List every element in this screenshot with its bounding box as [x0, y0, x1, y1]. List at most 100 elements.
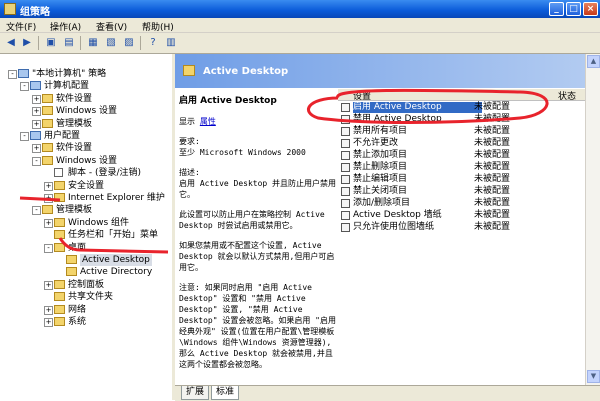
- tree-item-label: 软件设置: [56, 93, 93, 104]
- setting-state: 未被配置: [474, 114, 511, 124]
- column-state[interactable]: 状态: [558, 89, 576, 102]
- collapse-icon[interactable]: -: [20, 132, 29, 141]
- tree-item-label: "本地计算机" 策略: [32, 69, 107, 79]
- list-item[interactable]: 禁止编辑项目 未被配置: [338, 174, 585, 185]
- back-icon[interactable]: ◀: [4, 36, 18, 50]
- policy-setting-icon: [341, 151, 350, 160]
- column-setting[interactable]: 设置: [353, 89, 371, 102]
- list-item[interactable]: 禁止添加项目 未被配置: [338, 150, 585, 161]
- policy-setting-icon: [341, 187, 350, 196]
- folder-icon: [54, 217, 65, 227]
- tab-extended[interactable]: 扩展: [181, 386, 210, 400]
- export-list-icon[interactable]: ▨: [122, 36, 136, 50]
- up-folder-icon[interactable]: ▣: [44, 36, 58, 50]
- collapse-icon[interactable]: -: [32, 206, 41, 216]
- folder-icon: [54, 304, 65, 314]
- description-text: 启用 Active Desktop 并且防止用户禁用它。: [179, 179, 337, 199]
- tree-item-label: 脚本 - (登录/注销): [68, 168, 142, 179]
- tree-pane[interactable]: - "本地计算机" 策略 - 计算机配置 + 软件设置 + Windows 设置 + 管理模板 - 用…: [0, 54, 175, 400]
- tree-item-label: 软件设置: [56, 143, 93, 154]
- folder-icon: [42, 155, 53, 165]
- tree-item-label: Active Desktop: [80, 254, 152, 266]
- list-item[interactable]: 禁用所有项目 未被配置: [338, 126, 585, 137]
- setting-name: 禁用 Active Desktop: [353, 114, 442, 124]
- properties-link[interactable]: 属性: [200, 117, 216, 126]
- list-item[interactable]: Active Desktop 墙纸 未被配置: [338, 210, 585, 221]
- list-item[interactable]: 禁止删除项目 未被配置: [338, 162, 585, 173]
- tree-item-label: 用户配置: [44, 131, 81, 141]
- tree-item-label: Windows 设置: [56, 106, 118, 117]
- policy-setting-icon: [341, 211, 350, 220]
- forward-icon[interactable]: ▶: [20, 36, 34, 50]
- expand-icon[interactable]: +: [32, 94, 41, 104]
- tree-item-label: 控制面板: [68, 279, 105, 290]
- show-label: 显示: [179, 117, 195, 126]
- expand-icon[interactable]: +: [44, 318, 53, 327]
- view-icon[interactable]: ▥: [164, 36, 178, 50]
- computer-icon: [30, 81, 41, 91]
- list-item[interactable]: 只允许使用位图墙纸 未被配置: [338, 222, 585, 233]
- folder-icon: [42, 205, 53, 215]
- toolbar-divider: [80, 36, 81, 50]
- list-item[interactable]: 启用 Active Desktop 未被配置: [338, 102, 585, 113]
- setting-state: 未被配置: [474, 174, 511, 184]
- detail-pane: Active Desktop 启用 Active Desktop 显示 属性 要…: [175, 54, 585, 385]
- collapse-icon[interactable]: -: [44, 243, 53, 253]
- collapse-icon[interactable]: -: [8, 70, 17, 79]
- setting-state: 未被配置: [474, 162, 511, 172]
- description: 描述: 启用 Active Desktop 并且防止用户禁用它。: [179, 167, 337, 200]
- policy-setting-icon: [341, 175, 350, 184]
- tree-item-label: 计算机配置: [44, 81, 90, 92]
- menu-view[interactable]: 查看(V): [96, 20, 127, 33]
- collapse-icon[interactable]: -: [20, 82, 29, 92]
- tree-item-label: 桌面: [68, 242, 87, 253]
- folder-icon: [54, 317, 65, 326]
- refresh-icon[interactable]: ▧: [104, 36, 118, 50]
- setting-state: 未被配置: [474, 150, 511, 160]
- collapse-icon[interactable]: -: [32, 156, 41, 166]
- folder-icon: [54, 279, 65, 289]
- show-tree-icon[interactable]: ▤: [62, 36, 76, 50]
- expand-icon[interactable]: +: [32, 119, 41, 129]
- close-button[interactable]: ×: [583, 2, 598, 16]
- tree-item-label: 系统: [68, 317, 87, 327]
- list-header: 设置 状态: [338, 89, 585, 102]
- expand-icon[interactable]: +: [32, 144, 41, 154]
- description-label: 描述:: [179, 168, 200, 177]
- help-icon[interactable]: ?: [146, 36, 160, 50]
- list-item[interactable]: 添加/删除项目 未被配置: [338, 198, 585, 209]
- scroll-up-icon[interactable]: ▲: [587, 55, 600, 68]
- menu-action[interactable]: 操作(A): [50, 20, 81, 33]
- menu-help[interactable]: 帮助(H): [142, 20, 174, 33]
- policy-setting-icon: [341, 127, 350, 136]
- maximize-button[interactable]: □: [566, 2, 581, 16]
- toolbar-divider: [38, 36, 39, 50]
- list-item[interactable]: 禁止关闭项目 未被配置: [338, 186, 585, 197]
- tree-item-label: 网络: [68, 304, 87, 315]
- expand-icon[interactable]: +: [44, 305, 53, 315]
- description-para-3: 如果您禁用或不配置这个设置, Active Desktop 就会以默认方式禁用,…: [179, 241, 335, 272]
- window-title: 组策略: [20, 7, 50, 18]
- expand-icon[interactable]: +: [44, 218, 53, 228]
- tree-item-label: 任务栏和「开始」菜单: [68, 230, 159, 241]
- scroll-down-icon[interactable]: ▼: [587, 370, 600, 383]
- description-panel: 启用 Active Desktop 显示 属性 要求: 至少 Microsoft…: [179, 96, 337, 379]
- minimize-button[interactable]: _: [549, 2, 564, 16]
- expand-icon[interactable]: +: [32, 107, 41, 117]
- policy-setting-icon: [341, 115, 350, 124]
- policy-setting-icon: [341, 199, 350, 208]
- menu-file[interactable]: 文件(F): [6, 20, 36, 33]
- description-para-2: 此设置可以防止用户在策略控制 Active Desktop 时尝试启用或禁用它。: [179, 210, 325, 230]
- tab-standard[interactable]: 标准: [211, 386, 240, 400]
- folder-icon: [66, 267, 77, 277]
- list-item[interactable]: 禁用 Active Desktop 未被配置: [338, 114, 585, 125]
- tree-item-label: 管理模板: [56, 118, 93, 129]
- pane-header: Active Desktop: [175, 54, 585, 88]
- setting-name: 只允许使用位图墙纸: [353, 222, 435, 232]
- expand-icon[interactable]: +: [44, 280, 53, 290]
- vertical-scrollbar[interactable]: ▲ ▼: [585, 54, 600, 385]
- expand-icon[interactable]: +: [44, 194, 53, 203]
- expand-icon[interactable]: +: [44, 181, 53, 191]
- list-item[interactable]: 不允许更改 未被配置: [338, 138, 585, 149]
- properties-icon[interactable]: ▦: [86, 36, 100, 50]
